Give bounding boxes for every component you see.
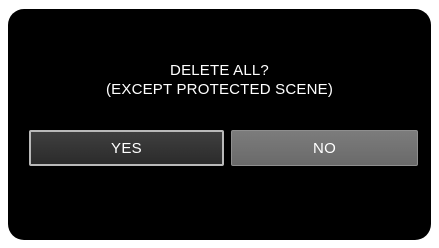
yes-button[interactable]: YES: [29, 130, 224, 166]
no-button[interactable]: NO: [231, 130, 418, 166]
no-button-label: NO: [312, 139, 337, 157]
message-subtitle: (EXCEPT PROTECTED SCENE): [105, 81, 334, 98]
camera-screen: DELETE ALL? (EXCEPT PROTECTED SCENE) YES…: [8, 9, 431, 240]
message-title: DELETE ALL?: [170, 62, 269, 79]
confirm-message: DELETE ALL? (EXCEPT PROTECTED SCENE): [8, 61, 431, 99]
yes-button-label: YES: [111, 139, 142, 157]
